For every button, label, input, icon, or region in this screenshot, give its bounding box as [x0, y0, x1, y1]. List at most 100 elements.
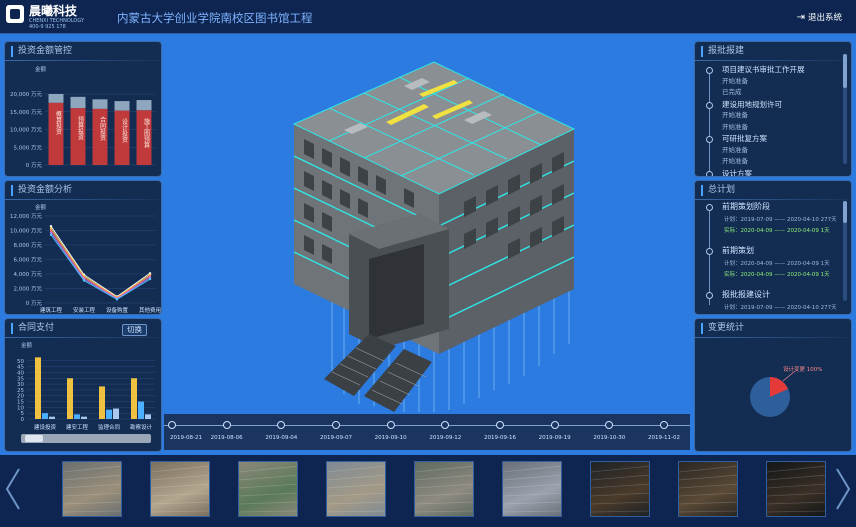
report-flow-list: 项目建议书审批工作开展 开始准备 已完成 建设用地规划许可 开始准备 开始准备 可研批复方案…	[695, 64, 851, 176]
site-photo-thumbnail[interactable]	[62, 461, 122, 517]
site-photo-thumbnail[interactable]	[238, 461, 298, 517]
bar	[42, 413, 48, 419]
scrollbar-thumb[interactable]	[843, 54, 847, 88]
timeline-date: 2019-09-07	[320, 435, 352, 441]
site-photo-thumbnail[interactable]	[766, 461, 826, 517]
bar-cap	[92, 99, 108, 109]
prev-arrow-icon[interactable]	[4, 467, 22, 511]
bar	[35, 357, 41, 419]
timeline-date: 2019-11-02	[648, 435, 680, 441]
y-tick-label: 25	[17, 388, 24, 394]
timeline-node[interactable]	[441, 421, 450, 429]
panel-title: 总计划	[701, 185, 735, 196]
flow-item[interactable]: 开始准备	[695, 145, 851, 157]
y-tick-label: 30	[17, 382, 24, 388]
flow-item-label: 建设用地规划许可	[722, 99, 782, 109]
flow-item[interactable]: 开始准备	[695, 76, 851, 88]
next-arrow-icon[interactable]	[834, 467, 852, 511]
flow-item[interactable]: 已完成	[695, 87, 851, 99]
y-tick-label: 15	[17, 400, 24, 406]
y-tick-label: 35	[17, 376, 24, 382]
pie-label: 设计变更 100%	[783, 367, 823, 373]
y-tick-label: 15,000 万元	[10, 109, 42, 116]
step-dot-icon	[706, 136, 713, 143]
photo-texture	[679, 465, 737, 513]
logo-phone: 400-9 925 178	[29, 24, 66, 30]
timeline-node[interactable]	[496, 421, 504, 429]
change-stats-panel: 变更统计 设计变更 100%	[694, 318, 852, 452]
x-tick-label: 建设投资	[34, 423, 57, 431]
investment-bar-chart: 0 万元 5,000 万元 10,000 万元 15,000 万元 20,000 万元概…	[10, 91, 155, 169]
bar-category-label: 施工图预算	[143, 118, 150, 150]
flow-item-label: 开始准备	[722, 111, 748, 119]
bar	[138, 401, 144, 419]
investment-line-chart: 0 万元 2,000 万元 4,000 万元 6,000 万元 8,000 万元 10,0…	[10, 213, 161, 314]
data-point	[49, 224, 53, 228]
timeline-node[interactable]	[277, 421, 286, 429]
site-photo-thumbnail[interactable]	[590, 461, 650, 517]
flow-item[interactable]: 开始准备	[695, 122, 851, 134]
horizontal-scrollbar[interactable]	[21, 434, 151, 443]
project-title: 内蒙古大学创业学院南校区图书馆工程	[117, 11, 313, 25]
bar-category-label: 合同投资	[99, 116, 106, 142]
photo-texture	[327, 465, 385, 513]
flow-item[interactable]: 可研批复方案	[695, 133, 851, 145]
plan-list: 前期策划阶段 计划：2019-07-09 —— 2020-04-10 277天 实际…	[695, 199, 851, 314]
contract-payment-panel: 合同支付 切换 金额 0 5 10 15 20 25 30 35 40 45 50 建设投资 建安工程监…	[4, 318, 162, 452]
y-tick-label: 45	[17, 365, 24, 371]
y-tick-label: 2,000 万元	[14, 286, 43, 293]
change-pie-chart	[750, 370, 796, 417]
timeline-node[interactable]	[168, 421, 176, 429]
scrollbar-thumb[interactable]	[25, 435, 43, 442]
vertical-scrollbar[interactable]	[843, 201, 847, 301]
bar	[106, 409, 112, 419]
flow-item[interactable]: 开始准备	[695, 156, 851, 168]
plan-name: 前期策划阶段	[722, 202, 770, 211]
panel-title: 报批报建	[701, 46, 744, 57]
timeline-node[interactable]	[386, 421, 395, 429]
series-line	[50, 232, 151, 300]
plan-item[interactable]: 前期策划阶段 计划：2019-07-09 —— 2020-04-10 277天 实际…	[695, 199, 851, 243]
scrollbar-thumb[interactable]	[843, 201, 847, 223]
flow-item[interactable]: 开始准备	[695, 110, 851, 122]
timeline-date: 2019-10-30	[593, 435, 626, 441]
timeline-node[interactable]	[605, 421, 614, 429]
flow-item[interactable]: 设计方案	[695, 168, 851, 176]
data-point	[49, 229, 53, 232]
series-line	[50, 234, 151, 300]
y-tick-label: 4,000 万元	[14, 271, 43, 278]
progress-timeline[interactable]: 2019-08-21 2019-08-06 2019-09-04 2019-09-07…	[164, 414, 690, 450]
site-photo-thumbnail[interactable]	[150, 461, 210, 517]
plan-item[interactable]: 前期策划 计划：2020-04-09 —— 2020-04-09 1天 实际：202…	[695, 243, 851, 287]
actual-dates: 实际：2020-04-09 —— 2020-04-09 1天	[724, 228, 830, 234]
site-photo-thumbnail[interactable]	[678, 461, 738, 517]
bar-cap	[136, 100, 152, 111]
timeline-node[interactable]	[550, 421, 559, 429]
flow-item[interactable]: 项目建议书审批工作开展	[695, 64, 851, 76]
flow-item-label: 已完成	[722, 88, 742, 96]
flow-item[interactable]: 建设用地规划许可	[695, 99, 851, 111]
bar	[131, 378, 137, 419]
bar	[67, 378, 73, 419]
vertical-scrollbar[interactable]	[843, 54, 847, 164]
bar	[49, 416, 55, 419]
plan-item[interactable]: 报批报建设计 计划：2019-07-09 —— 2020-04-10 277天	[695, 287, 851, 314]
contract-bar-chart: 05101520253035404550 建设投资 建安工程 监理合同 勘察设计	[17, 357, 155, 431]
x-tick-label: 监理合同	[98, 423, 121, 431]
investment-management-panel: 投资金额管控 金额 0 万元 5,000 万元 10,000 万元 15,000 万元…	[4, 41, 162, 177]
site-photo-thumbnail[interactable]	[326, 461, 386, 517]
bar-category-label: 预算投资	[77, 115, 84, 141]
y-tick-label: 0	[21, 417, 25, 423]
company-logo: 晨曦科技 CHENXI TECHNOLOGY 400-9 925 178	[6, 5, 84, 30]
site-photo-thumbnail[interactable]	[414, 461, 474, 517]
y-tick-label: 8,000 万元	[14, 242, 43, 249]
y-tick-label: 10,000 万元	[10, 228, 42, 235]
y-tick-label: 40	[17, 370, 24, 376]
site-photo-thumbnail[interactable]	[502, 461, 562, 517]
y-tick-label: 20	[17, 394, 24, 400]
timeline-node[interactable]	[660, 421, 668, 429]
logout-button[interactable]: ⇥ 退出系统	[797, 11, 842, 24]
building-3d-view[interactable]	[164, 34, 694, 414]
timeline-node[interactable]	[332, 421, 340, 429]
timeline-node[interactable]	[222, 421, 231, 429]
